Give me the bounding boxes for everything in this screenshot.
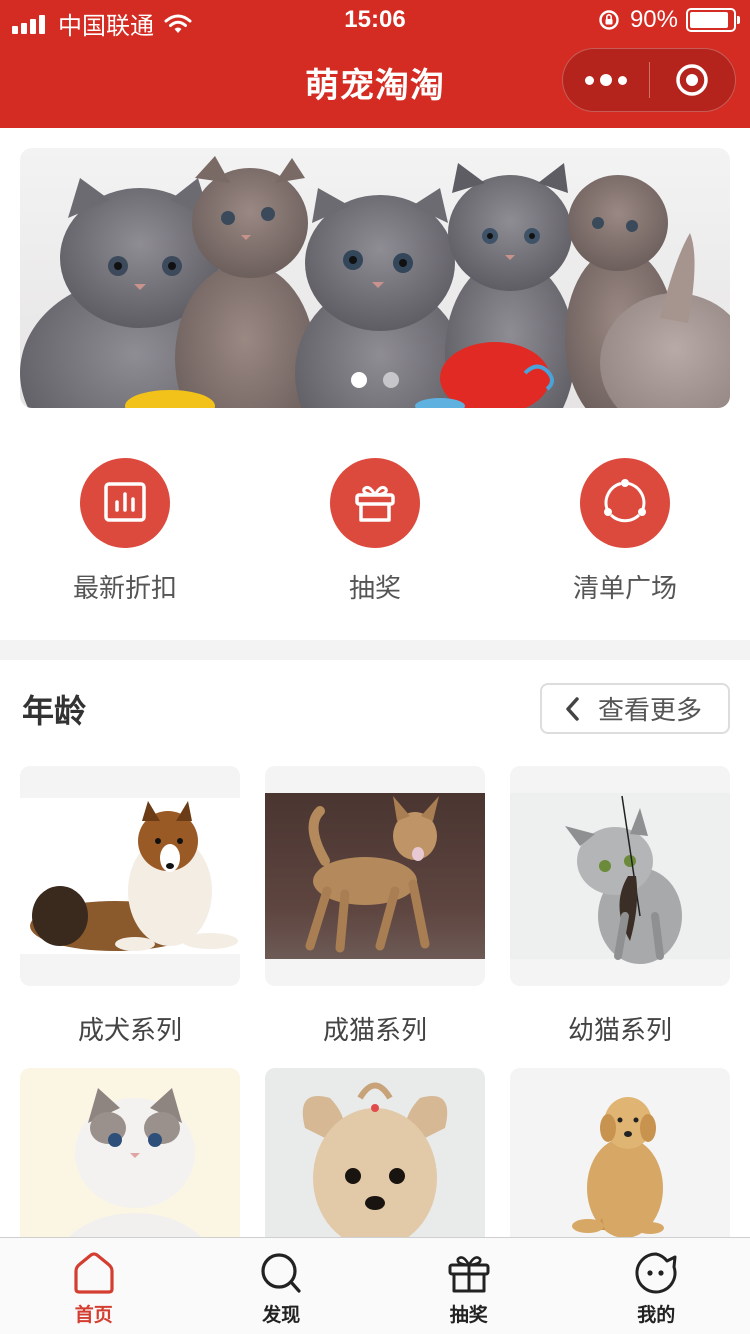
tab-label: 抽奖 (449, 1305, 488, 1326)
view-more-label: 查看更多 (598, 695, 703, 725)
circle-dots-icon (580, 458, 670, 548)
entry-list-plaza[interactable]: 清单广场 (500, 458, 750, 605)
entry-latest-discount[interactable]: 最新折扣 (0, 458, 250, 605)
banner-indicator (20, 372, 730, 388)
chevron-left-icon (566, 696, 579, 721)
tab-label: 发现 (262, 1305, 301, 1326)
more-dots-icon[interactable] (563, 48, 649, 112)
tab-label: 首页 (74, 1305, 113, 1326)
chart-bars-icon (80, 458, 170, 548)
home-icon (74, 1252, 114, 1294)
mini-program-capsule (562, 48, 736, 112)
category-name: 幼猫系列 (567, 1015, 672, 1045)
category-name: 成猫系列 (322, 1015, 427, 1045)
entry-label: 清单广场 (572, 573, 677, 603)
top-bar: 中国联通 15:06 90% 萌宠淘淘 (0, 0, 750, 128)
banner-kittens-image (20, 156, 730, 408)
category-card[interactable]: 成犬系列 (20, 766, 240, 1047)
category-card[interactable]: 幼猫系列 (510, 766, 730, 1047)
banner-dot-2[interactable] (383, 372, 399, 388)
view-more-button[interactable]: 查看更多 (540, 683, 730, 734)
gift-icon (330, 458, 420, 548)
collie-dog-image (20, 766, 240, 986)
section-divider (0, 640, 750, 660)
tabby-kitten-image (510, 766, 730, 986)
category-name: 成犬系列 (77, 1015, 182, 1045)
rotation-lock-icon (599, 10, 619, 30)
tab-discover[interactable]: 发现 (188, 1238, 376, 1334)
tab-lottery[interactable]: 抽奖 (375, 1238, 563, 1334)
profile-face-icon (635, 1252, 677, 1294)
entry-lottery[interactable]: 抽奖 (250, 458, 500, 605)
battery-icon (686, 8, 740, 32)
entry-label: 抽奖 (348, 573, 401, 603)
discover-icon (261, 1253, 301, 1293)
tab-home[interactable]: 首页 (0, 1238, 188, 1334)
abyssinian-cat-image (265, 766, 485, 986)
section-title: 年龄 (22, 693, 87, 729)
banner-carousel[interactable] (20, 148, 730, 408)
gift-icon (448, 1256, 490, 1293)
quick-entries: 最新折扣 抽奖 清单广场 (0, 458, 750, 608)
tab-label: 我的 (637, 1305, 676, 1326)
entry-label: 最新折扣 (72, 573, 177, 603)
target-circle-icon[interactable] (650, 48, 736, 112)
battery-percent: 90% (629, 6, 678, 33)
category-card[interactable]: 成猫系列 (265, 766, 485, 1047)
status-bar: 中国联通 15:06 90% (0, 0, 750, 40)
banner-dot-1[interactable] (351, 372, 367, 388)
tab-mine[interactable]: 我的 (563, 1238, 750, 1334)
bottom-tab-bar: 首页 发现 抽奖 我的 (0, 1237, 750, 1334)
status-right: 90% (598, 6, 740, 34)
